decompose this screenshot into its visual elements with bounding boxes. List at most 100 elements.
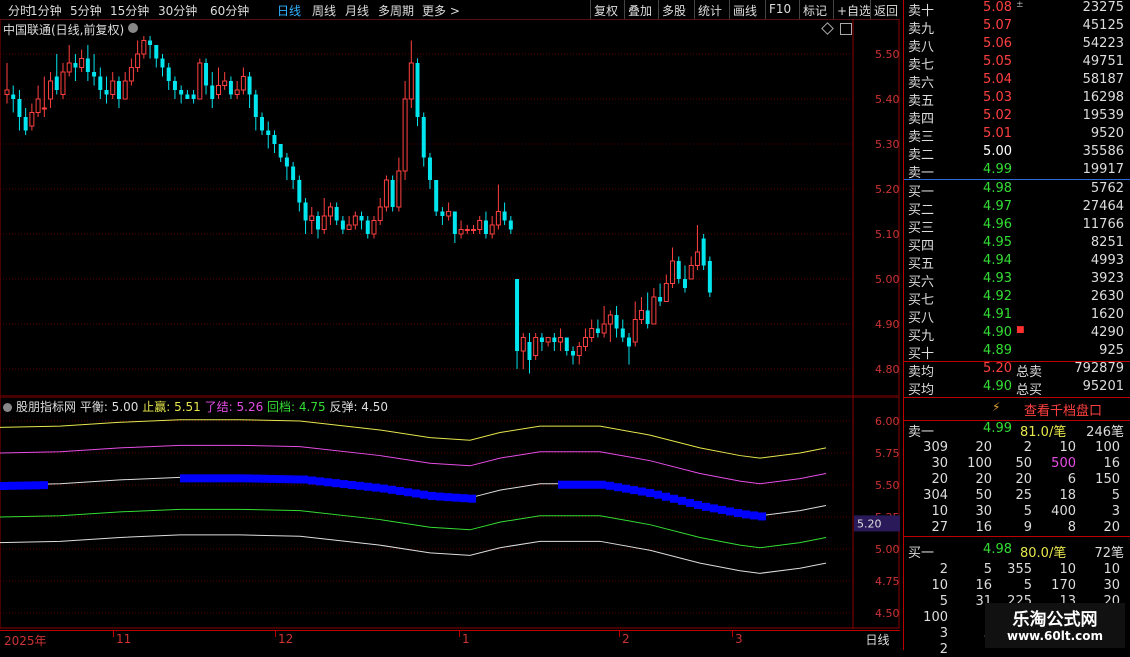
buy-level-7[interactable]: 买七 4.92 2630 [904, 289, 1124, 308]
candle [408, 62, 414, 100]
candle [396, 170, 402, 208]
period-label[interactable]: 日线 [855, 631, 900, 648]
buy-queue-cell: 100 [923, 610, 948, 625]
signal-block [598, 480, 606, 489]
candle [377, 206, 383, 221]
sell-level-4[interactable]: 卖四 5.02 19539 [904, 108, 1124, 127]
candle [122, 80, 128, 100]
sell-queue-cell: 30 [975, 504, 992, 519]
candle [489, 224, 495, 235]
indicator-value-2: 了结: 5.26 [204, 400, 268, 414]
sell-queue-cell: 9 [1023, 520, 1032, 535]
toolbar-button-6[interactable]: 标记 [803, 2, 827, 19]
period-4[interactable]: 30分钟 [158, 2, 197, 19]
period-3[interactable]: 15分钟 [110, 2, 149, 19]
period-toolbar: 分时 1分钟 5分钟 15分钟 30分钟 60分钟 日线 周线 月线 多周期 更多 > 复权 叠加 多股统… [0, 0, 900, 20]
signal-block [686, 498, 694, 507]
sell-level-6[interactable]: 卖六 5.04 58187 [904, 72, 1124, 91]
chart-settings-icon[interactable] [128, 23, 138, 33]
period-1[interactable]: 1分钟 [30, 2, 62, 19]
queue-price: 4.99 [983, 421, 1012, 436]
period-8[interactable]: 月线 [345, 2, 369, 19]
buy-queue-cell: 16 [975, 578, 992, 593]
signal-block [622, 484, 630, 493]
toolbar-button-3[interactable]: 统计 [698, 2, 722, 19]
sell-level-8[interactable]: 卖八 5.06 54223 [904, 36, 1124, 55]
candle [614, 315, 619, 329]
ob-price: 5.01 [983, 126, 1012, 141]
candle [701, 238, 706, 266]
sell-level-2[interactable]: 卖二 5.00 35586 [904, 144, 1124, 163]
candle [352, 215, 358, 226]
period-6[interactable]: 日线 [277, 2, 301, 19]
signal-block [252, 474, 260, 483]
ob-price: 5.03 [983, 90, 1012, 105]
candle [334, 207, 339, 221]
buy-level-9[interactable]: 买九 4.90 ■ 4290 [904, 325, 1124, 344]
candle [11, 94, 16, 99]
date-label: 2025年 [4, 634, 47, 648]
price-tick-label: 4.80 [875, 363, 900, 376]
sell-level-1[interactable]: 卖一 4.99 19917 [904, 162, 1124, 181]
toolbar-button-7[interactable]: +自选 [837, 2, 871, 19]
toolbar-button-5[interactable]: F10 [769, 2, 791, 16]
toolbar-button-4[interactable]: 画线 [733, 2, 757, 19]
buy-level-6[interactable]: 买六 4.93 3923 [904, 271, 1124, 290]
sell-level-5[interactable]: 卖五 5.03 16298 [904, 90, 1124, 109]
thousand-level-label: 查看千档盘口 [1024, 404, 1103, 419]
signal-block [316, 477, 324, 486]
watermark-url: www.60lt.com [1006, 629, 1104, 643]
sell-level-9[interactable]: 卖九 5.07 45125 [904, 18, 1124, 37]
period-5[interactable]: 60分钟 [210, 2, 249, 19]
sell-level-10[interactable]: 卖十 5.08 ±23275 [904, 0, 1124, 19]
candle [520, 337, 526, 352]
signal-block [276, 475, 284, 484]
signal-block [188, 474, 196, 483]
toolbar-separator [833, 0, 834, 19]
window-toggle-icon[interactable] [840, 23, 852, 35]
signal-block [292, 475, 300, 484]
period-9[interactable]: 多周期 [378, 2, 414, 19]
toolbar-button-8[interactable]: 返回 [874, 2, 898, 19]
ob-volume: 4290 [1090, 325, 1124, 340]
buy-queue-cell: 5 [939, 594, 948, 609]
candle [215, 85, 221, 95]
period-10[interactable]: 更多 > [422, 2, 460, 19]
signal-block [582, 480, 590, 489]
sell-level-7[interactable]: 卖七 5.05 49751 [904, 54, 1124, 73]
buy-level-5[interactable]: 买五 4.94 4993 [904, 253, 1124, 272]
period-0[interactable]: 分时 [8, 2, 32, 19]
buy-level-4[interactable]: 买四 4.95 8251 [904, 235, 1124, 254]
toolbar-button-2[interactable]: 多股 [662, 2, 686, 19]
buy-level-1[interactable]: 买一 4.98 5762 [904, 181, 1124, 200]
total-volume: 95201 [1082, 379, 1124, 394]
period-7[interactable]: 周线 [312, 2, 336, 19]
ob-label: 卖二 [908, 148, 935, 163]
buy-level-2[interactable]: 买二 4.97 27464 [904, 199, 1124, 218]
sell-level-3[interactable]: 卖三 5.01 9520 [904, 126, 1124, 145]
buy-level-10[interactable]: 买十 4.89 925 [904, 343, 1124, 362]
sell-queue-cell: 8 [1067, 520, 1076, 535]
candle [73, 63, 78, 68]
candle [116, 81, 121, 99]
period-2[interactable]: 5分钟 [70, 2, 102, 19]
signal-block [670, 494, 678, 503]
toolbar-separator [624, 0, 625, 19]
candle [297, 180, 302, 203]
buy-level-8[interactable]: 买八 4.91 1620 [904, 307, 1124, 326]
signal-block [468, 494, 476, 503]
ob-volume: 35586 [1082, 144, 1124, 159]
indicator-settings-icon[interactable] [3, 403, 12, 412]
buy-level-3[interactable]: 买三 4.96 11766 [904, 217, 1124, 236]
signal-block [348, 480, 356, 489]
candlestick-chart[interactable]: 5.50 5.40 5.30 5.20 5.10 5.00 4.90 4.80 [0, 19, 900, 397]
toolbar-button-1[interactable]: 叠加 [628, 2, 652, 19]
thousand-level-button[interactable]: ⚡ 查看千档盘口 [904, 398, 1130, 420]
indicator-chart[interactable]: 6.005.755.505.255.004.754.505.20 [0, 397, 900, 629]
ob-volume: 27464 [1082, 199, 1124, 214]
sell-queue-cell: 500 [1051, 456, 1076, 471]
toolbar-button-0[interactable]: 复权 [594, 2, 618, 19]
candle [440, 211, 445, 216]
indicator-value-1: 止赢: 5.51 [142, 400, 205, 414]
price-tick-label: 5.10 [875, 228, 900, 241]
